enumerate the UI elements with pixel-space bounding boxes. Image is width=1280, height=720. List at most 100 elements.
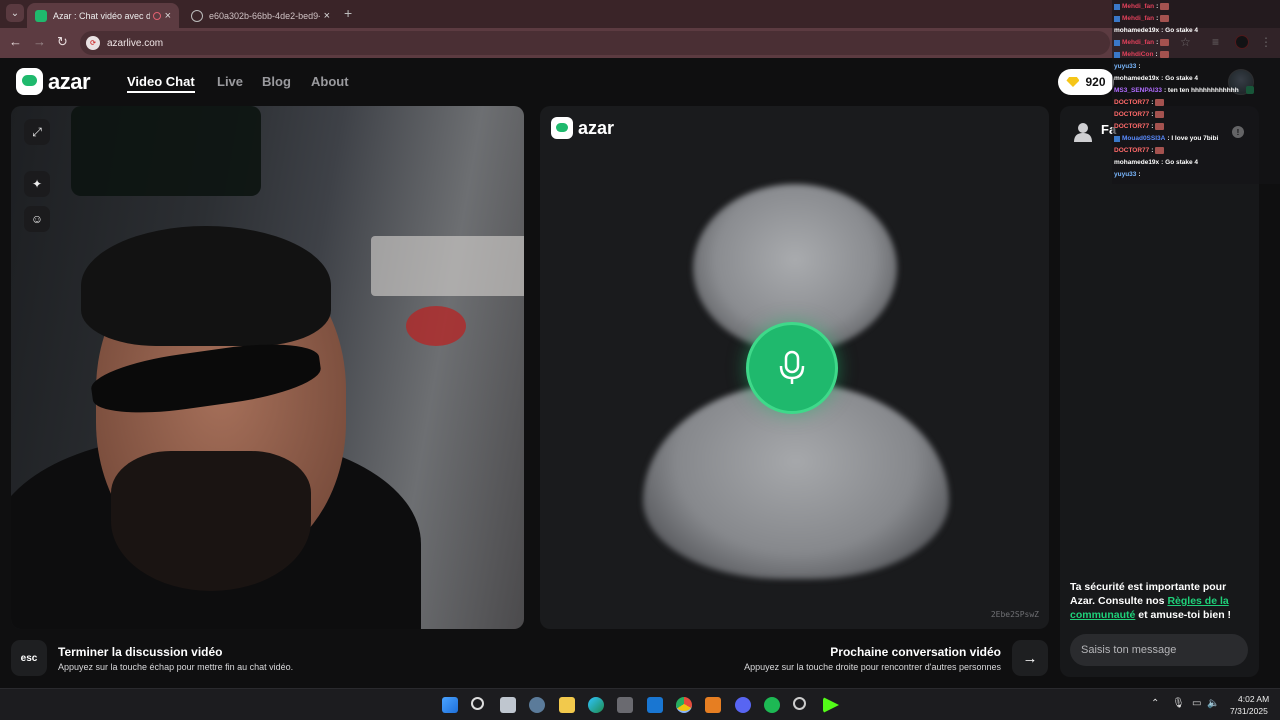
- chrome-icon[interactable]: [676, 697, 692, 713]
- microphone-button[interactable]: [746, 322, 838, 414]
- clock-time[interactable]: 4:02 AM: [1238, 694, 1269, 704]
- chat-panel: Fa ! Ta sécurité est importante pour Aza…: [1060, 106, 1259, 677]
- next-chat-button[interactable]: →: [1012, 640, 1048, 676]
- chat-message-text: :: [1156, 39, 1159, 46]
- chat-username: yuyu33: [1114, 171, 1137, 178]
- volume-icon[interactable]: 🔈: [1207, 698, 1219, 709]
- chat-emote-icon: [1160, 39, 1170, 46]
- background-object: [406, 306, 466, 346]
- azar-logo[interactable]: azar: [16, 68, 91, 95]
- address-bar[interactable]: ⟳ azarlive.com: [80, 31, 1110, 55]
- safety-notice: Ta sécurité est importante pour Azar. Co…: [1070, 581, 1232, 621]
- message-input[interactable]: [1070, 634, 1248, 666]
- nav-blog[interactable]: Blog: [262, 74, 291, 89]
- user-silhouette-icon: [1074, 123, 1092, 142]
- chat-username: mohamede19x: [1114, 159, 1160, 166]
- chat-username: Mouad0SSI3A: [1122, 135, 1166, 142]
- chat-message-text: :: [1151, 123, 1154, 130]
- kick-icon[interactable]: [823, 697, 839, 713]
- arrow-right-icon: →: [1022, 649, 1038, 667]
- chat-username: DOCTOR77: [1114, 99, 1150, 106]
- end-chat-title: Terminer la discussion vidéo: [58, 645, 223, 659]
- stream-chat-message: mohamede19x: Go stake 4: [1114, 75, 1198, 82]
- search-icon[interactable]: [471, 697, 484, 710]
- task-view-icon[interactable]: [500, 697, 516, 713]
- end-chat-button[interactable]: esc: [11, 640, 47, 676]
- stream-chat-message: MehdiCon:: [1114, 51, 1169, 58]
- chat-username: mohamede19x: [1114, 75, 1160, 82]
- recording-icon: [152, 11, 161, 20]
- settings-gear-icon[interactable]: [529, 697, 545, 713]
- stream-chat-message: MS3_SENPAI33: ten ten hhhhhhhhhhhh: [1114, 87, 1239, 94]
- azar-favicon-icon: [35, 9, 47, 22]
- remote-azar-watermark: azar: [551, 117, 614, 139]
- expand-video-button[interactable]: ⤢: [24, 119, 50, 145]
- azar-logo-icon: [551, 117, 573, 139]
- chat-badge-icon: [1114, 39, 1120, 46]
- forward-arrow-icon[interactable]: →: [33, 34, 46, 49]
- stream-chat-message: yuyu33:: [1114, 63, 1141, 70]
- nav-video-chat[interactable]: Video Chat: [127, 74, 195, 93]
- app-a-icon[interactable]: [705, 697, 721, 713]
- browser-tab-strip: ⌄ Azar : Chat vidéo avec de n × e60a302b…: [0, 0, 1280, 28]
- outlook-icon[interactable]: [647, 697, 663, 713]
- edge-browser-icon[interactable]: [588, 697, 604, 713]
- close-tab-icon[interactable]: ×: [165, 10, 171, 22]
- discord-icon[interactable]: [735, 697, 751, 713]
- chat-username: DOCTOR77: [1114, 147, 1150, 154]
- chat-username: Mehdi_fan: [1122, 39, 1155, 46]
- new-tab-button[interactable]: +: [344, 5, 352, 21]
- chat-message-text: :: [1138, 63, 1141, 70]
- chat-message-text: :: [1151, 99, 1154, 106]
- browser-tab-second[interactable]: e60a302b-66bb-4de2-bed9-5b ×: [183, 3, 338, 28]
- file-explorer-icon[interactable]: [559, 697, 575, 713]
- clock-date[interactable]: 7/31/2025: [1230, 706, 1268, 716]
- chat-badge-icon: [1114, 3, 1120, 10]
- chat-username: Mehdi_fan: [1122, 3, 1155, 10]
- spotify-icon[interactable]: [764, 697, 780, 713]
- azar-page: azar Video Chat Live Blog About 920 ⤢ ✦ …: [0, 58, 1280, 688]
- nav-about[interactable]: About: [311, 74, 349, 89]
- azar-logo-icon: [16, 68, 43, 95]
- stream-chat-message: mohamede19x: Go stake 4: [1114, 27, 1198, 34]
- chat-message-text: : ten ten hhhhhhhhhhhh: [1163, 87, 1239, 94]
- browser-tab-azar[interactable]: Azar : Chat vidéo avec de n ×: [27, 3, 179, 28]
- site-info-icon[interactable]: ⟳: [86, 36, 100, 50]
- local-video-feed: ⤢ ✦ ☺: [11, 106, 524, 629]
- chat-badge-icon: [1114, 135, 1120, 142]
- session-id: 2Ebe2SPswZ: [990, 610, 1039, 619]
- chat-message-text: :: [1156, 3, 1159, 10]
- reload-icon[interactable]: ↻: [57, 34, 68, 50]
- windows-taskbar: ⌃ 🎙 ▭ 🔈 4:02 AM 7/31/2025: [0, 688, 1280, 720]
- stream-chat-message: Mehdi_fan:: [1114, 3, 1170, 10]
- network-icon[interactable]: ▭: [1192, 698, 1201, 709]
- store-icon[interactable]: [617, 697, 633, 713]
- chat-emote-icon: [1155, 147, 1165, 154]
- chat-message-text: :: [1151, 111, 1154, 118]
- gems-balance-button[interactable]: 920: [1058, 69, 1114, 95]
- background-poster: [71, 106, 261, 196]
- stream-chat-message: Mehdi_fan:: [1114, 15, 1170, 22]
- stream-chat-message: yuyu33:: [1114, 171, 1141, 178]
- nav-live[interactable]: Live: [217, 74, 243, 89]
- close-tab-icon[interactable]: ×: [324, 10, 330, 22]
- tray-chevron-up-icon[interactable]: ⌃: [1151, 698, 1159, 709]
- globe-icon: [191, 9, 203, 22]
- effects-sparkle-button[interactable]: ✦: [24, 171, 50, 197]
- back-arrow-icon[interactable]: ←: [9, 34, 22, 49]
- mask-face-button[interactable]: ☺: [24, 206, 50, 232]
- microphone-icon: [779, 350, 805, 384]
- chat-emote-icon: [1160, 3, 1170, 10]
- stream-chat-message: DOCTOR77:: [1114, 147, 1165, 154]
- chat-emote-icon: [1159, 51, 1169, 58]
- windows-start-icon[interactable]: [442, 697, 458, 713]
- microphone-tray-icon[interactable]: 🎙: [1172, 698, 1185, 709]
- obs-icon[interactable]: [793, 697, 806, 710]
- tab-search-icon[interactable]: ⌄: [6, 4, 24, 22]
- chat-message-text: :: [1155, 51, 1158, 58]
- chat-emote-icon: [1160, 15, 1170, 22]
- chat-message-text: : Go stake 4: [1161, 159, 1199, 166]
- stream-chat-overlay: Mehdi_fan: Mehdi_fan: mohamede19x: Go stak…: [1112, 0, 1280, 184]
- chat-username: mohamede19x: [1114, 27, 1160, 34]
- chat-username: DOCTOR77: [1114, 111, 1150, 118]
